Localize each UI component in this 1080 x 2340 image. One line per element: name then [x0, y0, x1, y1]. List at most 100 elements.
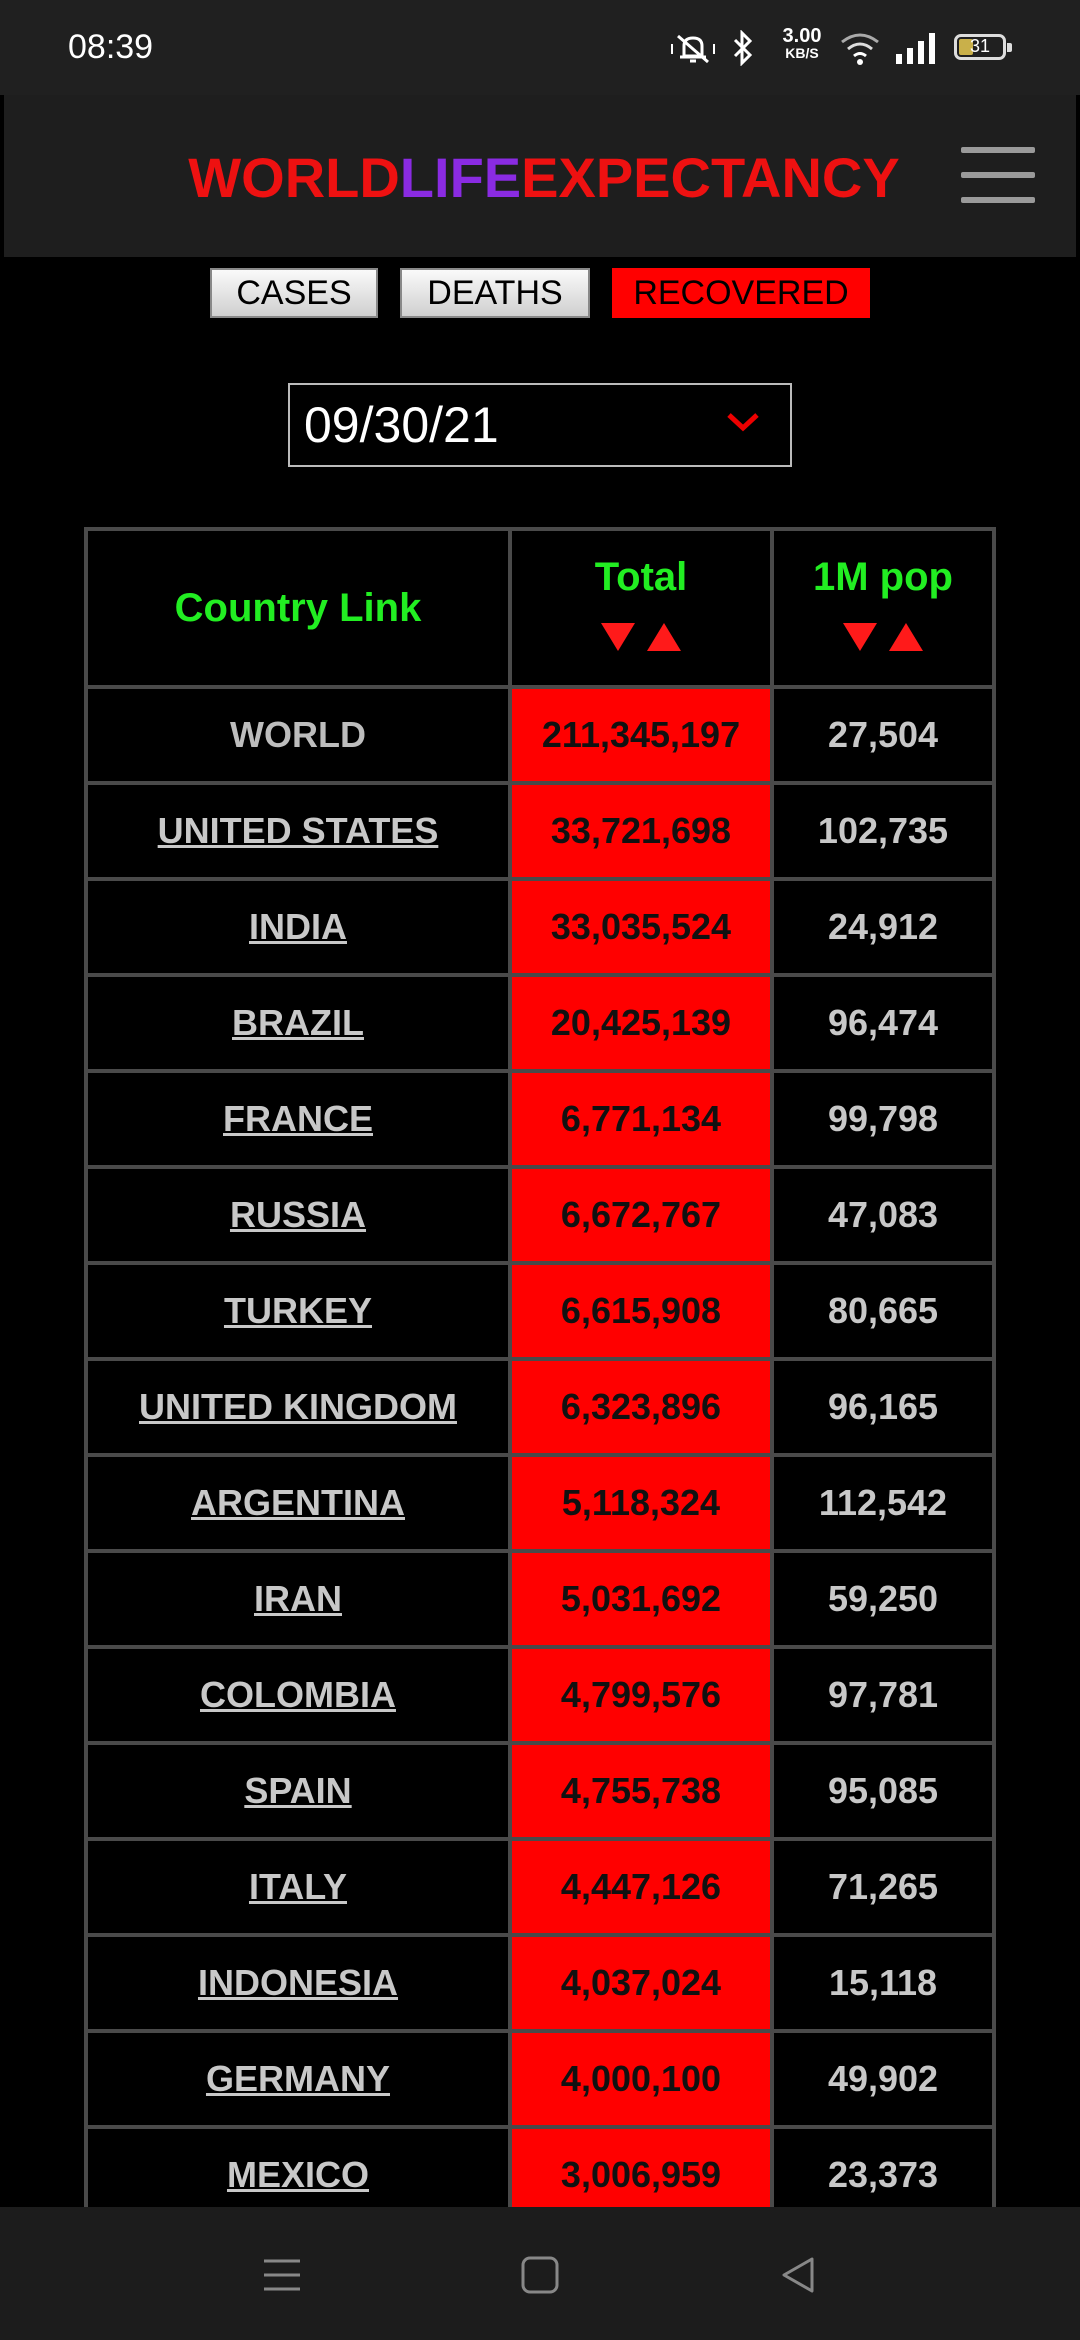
total-cell: 33,035,524 [512, 881, 770, 973]
country-name: WORLD [230, 714, 366, 755]
country-cell: RUSSIA [88, 1169, 508, 1261]
network-speed: 3.00 KB/S [772, 26, 832, 60]
country-cell: COLOMBIA [88, 1649, 508, 1741]
table-row: WORLD 211,345,197 27,504 [88, 689, 992, 781]
country-link[interactable]: FRANCE [223, 1098, 373, 1139]
battery-icon: 31 [954, 34, 1012, 60]
chevron-down-icon [727, 413, 759, 432]
tab-recovered[interactable]: RECOVERED [612, 268, 870, 318]
data-type-tabs: CASES DEATHS RECOVERED [0, 268, 1080, 322]
table-row: IRAN 5,031,692 59,250 [88, 1553, 992, 1645]
country-cell: FRANCE [88, 1073, 508, 1165]
country-link[interactable]: BRAZIL [232, 1002, 364, 1043]
per-million-cell: 24,912 [774, 881, 992, 973]
country-link[interactable]: INDONESIA [198, 1962, 398, 2003]
table-body: WORLD 211,345,197 27,504 UNITED STATES 3… [88, 689, 992, 2221]
country-cell: ARGENTINA [88, 1457, 508, 1549]
country-link[interactable]: ITALY [249, 1866, 347, 1907]
total-cell: 5,118,324 [512, 1457, 770, 1549]
country-cell: IRAN [88, 1553, 508, 1645]
home-icon[interactable] [520, 2255, 560, 2295]
back-icon[interactable] [778, 2255, 818, 2295]
table-row: UNITED STATES 33,721,698 102,735 [88, 785, 992, 877]
table-header-row: Country Link Total 1M pop [88, 531, 992, 685]
country-cell: BRAZIL [88, 977, 508, 1069]
per-million-cell: 112,542 [774, 1457, 992, 1549]
tab-deaths[interactable]: DEATHS [400, 268, 590, 318]
date-select-value: 09/30/21 [304, 397, 499, 453]
country-cell: INDIA [88, 881, 508, 973]
country-link[interactable]: COLOMBIA [200, 1674, 396, 1715]
sort-desc-icon[interactable] [601, 623, 635, 651]
net-speed-unit: KB/S [785, 45, 819, 61]
table-row: ITALY 4,447,126 71,265 [88, 1841, 992, 1933]
country-link[interactable]: UNITED STATES [158, 810, 439, 851]
country-link[interactable]: IRAN [254, 1578, 342, 1619]
country-link[interactable]: UNITED KINGDOM [139, 1386, 457, 1427]
logo-part-expectancy: EXPECTANCY [521, 146, 900, 209]
per-million-cell: 102,735 [774, 785, 992, 877]
total-cell: 4,447,126 [512, 1841, 770, 1933]
tab-cases[interactable]: CASES [210, 268, 378, 318]
logo-part-life: LIFE [399, 146, 522, 209]
table-row: SPAIN 4,755,738 95,085 [88, 1745, 992, 1837]
per-million-cell: 96,165 [774, 1361, 992, 1453]
battery-level: 31 [969, 36, 991, 56]
total-cell: 4,755,738 [512, 1745, 770, 1837]
table-row: ARGENTINA 5,118,324 112,542 [88, 1457, 992, 1549]
country-link[interactable]: TURKEY [224, 1290, 372, 1331]
country-link[interactable]: SPAIN [244, 1770, 351, 1811]
header-total: Total [512, 531, 770, 685]
country-cell: GERMANY [88, 2033, 508, 2125]
hamburger-menu-icon[interactable] [961, 147, 1035, 203]
sort-desc-icon[interactable] [843, 623, 877, 651]
table-row: FRANCE 6,771,134 99,798 [88, 1073, 992, 1165]
total-cell: 4,799,576 [512, 1649, 770, 1741]
sort-asc-icon[interactable] [647, 623, 681, 651]
country-link[interactable]: ARGENTINA [191, 1482, 405, 1523]
country-link[interactable]: MEXICO [227, 2154, 369, 2195]
per-million-cell: 47,083 [774, 1169, 992, 1261]
site-header: WORLDLIFEEXPECTANCY [4, 95, 1076, 257]
total-cell: 4,000,100 [512, 2033, 770, 2125]
country-cell: SPAIN [88, 1745, 508, 1837]
country-link[interactable]: GERMANY [206, 2058, 390, 2099]
signal-icon [896, 33, 935, 64]
header-country-label: Country Link [174, 585, 422, 630]
table-row: GERMANY 4,000,100 49,902 [88, 2033, 992, 2125]
total-cell: 211,345,197 [512, 689, 770, 781]
per-million-cell: 71,265 [774, 1841, 992, 1933]
total-cell: 33,721,698 [512, 785, 770, 877]
per-million-cell: 99,798 [774, 1073, 992, 1165]
bluetooth-icon [733, 30, 753, 66]
system-nav-bar [0, 2207, 1080, 2340]
mute-vibrate-icon [671, 34, 715, 64]
per-million-cell: 97,781 [774, 1649, 992, 1741]
country-cell: UNITED STATES [88, 785, 508, 877]
header-total-label: Total [594, 555, 688, 599]
country-link[interactable]: INDIA [249, 906, 347, 947]
table-row: INDIA 33,035,524 24,912 [88, 881, 992, 973]
country-cell: INDONESIA [88, 1937, 508, 2029]
status-time: 08:39 [68, 28, 154, 66]
per-million-cell: 15,118 [774, 1937, 992, 2029]
recovered-table: Country Link Total 1M pop WORLD 211,345,… [84, 527, 996, 2225]
sort-asc-icon[interactable] [889, 623, 923, 651]
country-cell: WORLD [88, 689, 508, 781]
date-select[interactable]: 09/30/21 [288, 383, 792, 467]
table-row: TURKEY 6,615,908 80,665 [88, 1265, 992, 1357]
net-speed-value: 3.00 [782, 25, 822, 47]
per-million-cell: 49,902 [774, 2033, 992, 2125]
country-cell: UNITED KINGDOM [88, 1361, 508, 1453]
total-cell: 6,323,896 [512, 1361, 770, 1453]
table-row: COLOMBIA 4,799,576 97,781 [88, 1649, 992, 1741]
wifi-icon [841, 33, 879, 65]
recent-apps-icon[interactable] [262, 2257, 302, 2293]
country-link[interactable]: RUSSIA [230, 1194, 366, 1235]
header-country: Country Link [88, 531, 508, 685]
table-row: INDONESIA 4,037,024 15,118 [88, 1937, 992, 2029]
total-cell: 6,672,767 [512, 1169, 770, 1261]
site-logo[interactable]: WORLDLIFEEXPECTANCY [4, 145, 1080, 210]
country-cell: TURKEY [88, 1265, 508, 1357]
per-million-cell: 96,474 [774, 977, 992, 1069]
